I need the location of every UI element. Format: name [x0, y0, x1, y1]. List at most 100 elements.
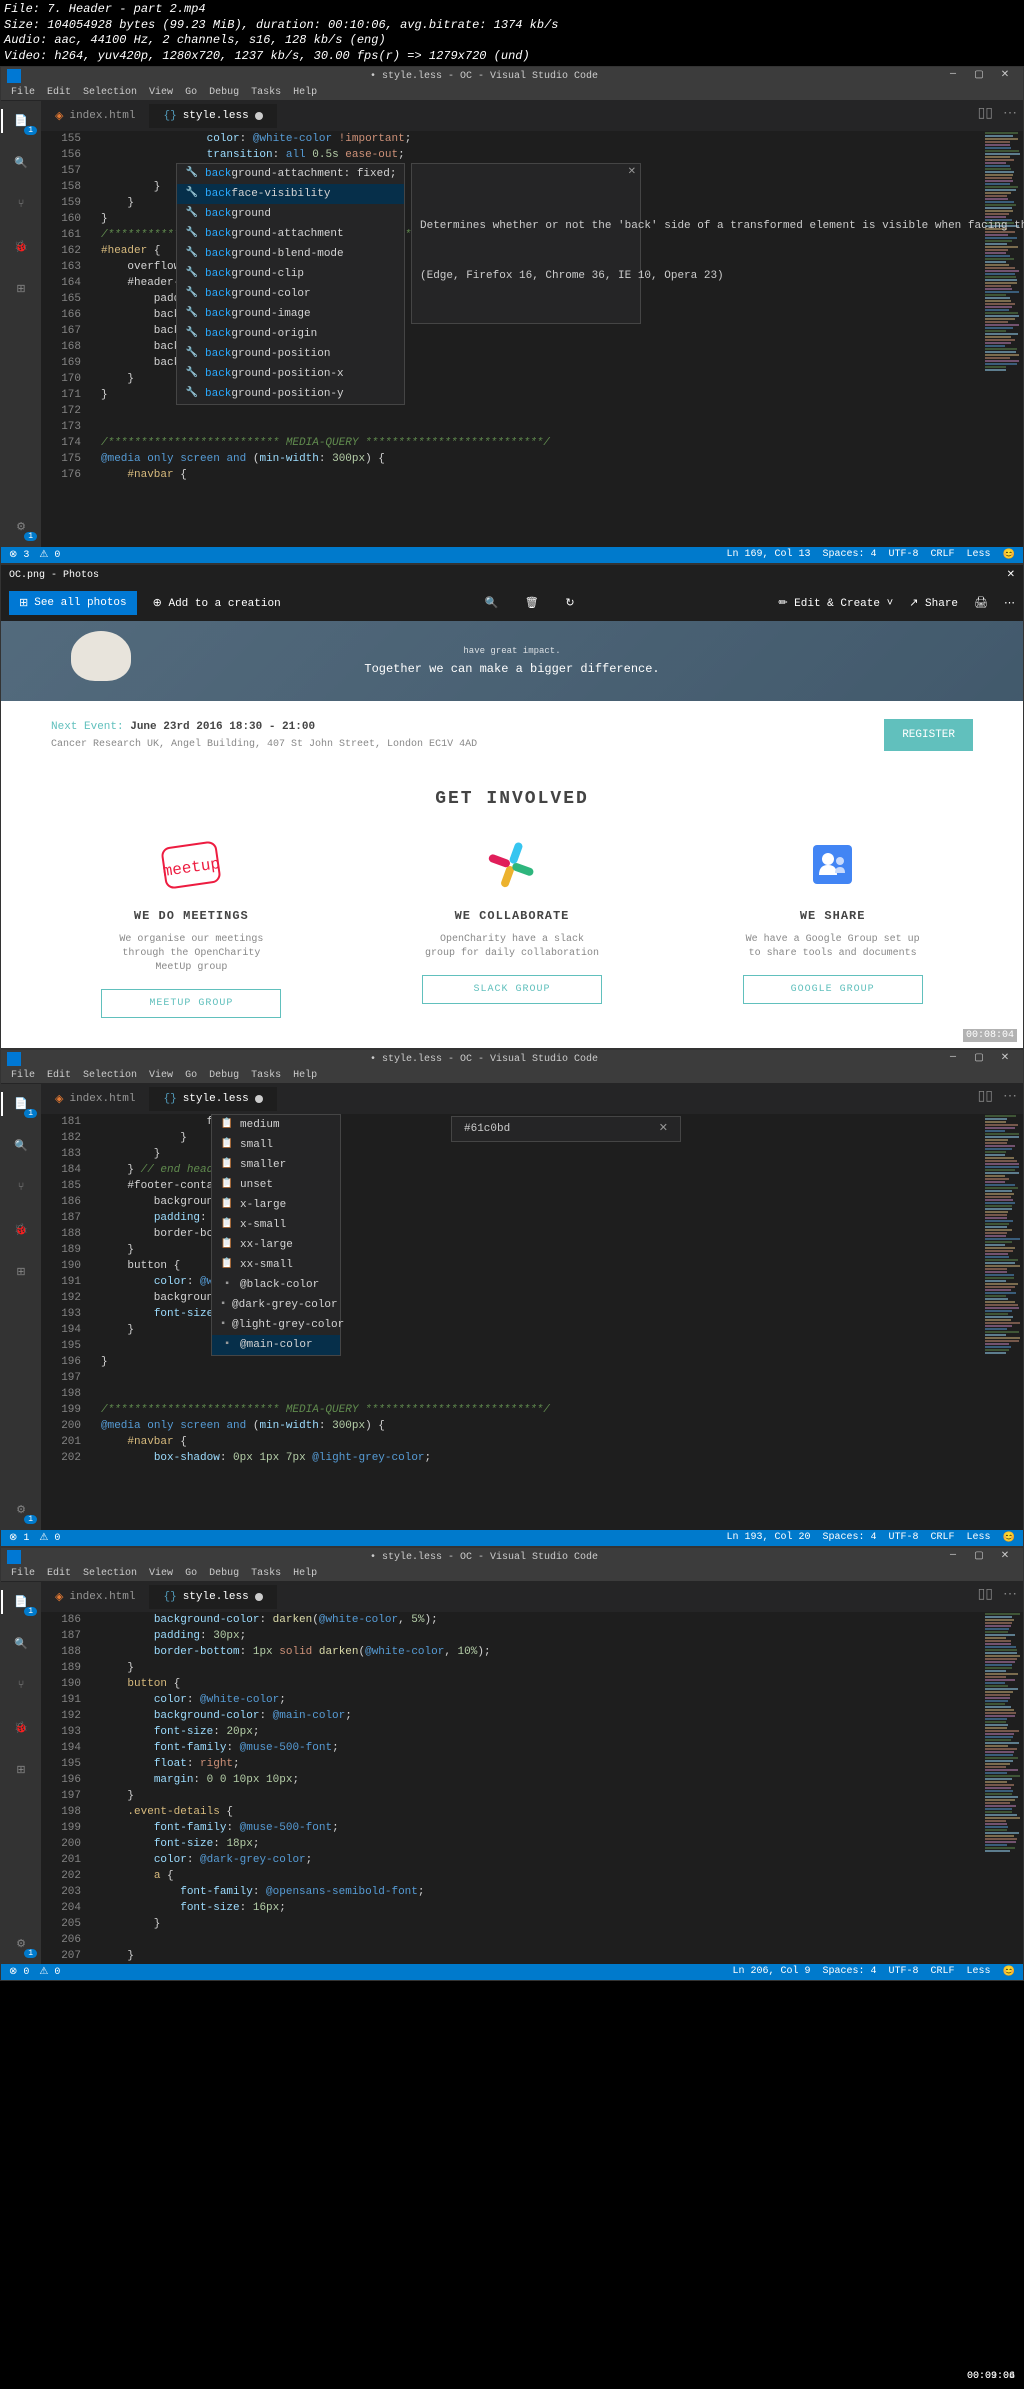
close-button[interactable]: ✕: [1007, 569, 1015, 581]
debug-icon[interactable]: 🐞: [9, 1218, 33, 1242]
register-button[interactable]: REGISTER: [884, 719, 973, 751]
tab-style[interactable]: {}style.less: [149, 1087, 276, 1111]
autocomplete-popup[interactable]: 🔧background-attachment: fixed;🔧backface-…: [176, 163, 405, 405]
feedback-icon[interactable]: 😊: [1003, 549, 1015, 561]
split-editor-icon[interactable]: ▯▯: [978, 1586, 993, 1603]
minimap[interactable]: [983, 1114, 1023, 1530]
statusbar: ⊗ 0⚠ 0 Ln 206, Col 9Spaces: 4UTF-8CRLFLe…: [1, 1964, 1023, 1980]
search-icon[interactable]: 🔍: [9, 1134, 33, 1158]
indent-setting[interactable]: Spaces: 4: [822, 549, 876, 561]
more-button[interactable]: ⋯: [1004, 596, 1015, 610]
titlebar: • style.less - OC - Visual Studio Code —…: [1, 1050, 1023, 1068]
more-icon[interactable]: ⋯: [1003, 1088, 1017, 1105]
close-icon[interactable]: ✕: [628, 166, 636, 180]
more-icon[interactable]: ⋯: [1003, 105, 1017, 122]
card-meetup: meetup WE DO MEETINGS We organise our me…: [101, 829, 281, 1018]
maximize-button[interactable]: ▢: [967, 69, 991, 83]
encoding[interactable]: UTF-8: [889, 549, 919, 561]
minimap[interactable]: [983, 131, 1023, 547]
code-editor[interactable]: color: @white-color !important; transiti…: [101, 131, 983, 547]
tab-index[interactable]: ◈index.html: [41, 1086, 149, 1112]
more-icon[interactable]: ⋯: [1003, 1586, 1017, 1603]
tab-index[interactable]: ◈index.html: [41, 1584, 149, 1610]
explorer-icon[interactable]: 📄1: [9, 109, 33, 133]
photos-toolbar: ⊞ See all photos ⊕ Add to a creation 🔍 🗑…: [1, 585, 1023, 621]
menu-tasks[interactable]: Tasks: [245, 85, 287, 100]
menubar[interactable]: File Edit Selection View Go Debug Tasks …: [1, 85, 1023, 101]
menu-selection[interactable]: Selection: [77, 85, 143, 100]
google-group-icon: [743, 829, 923, 899]
maximize-button[interactable]: ▢: [967, 1052, 991, 1066]
menu-file[interactable]: File: [5, 85, 41, 100]
errors-count[interactable]: ⊗ 3: [9, 549, 29, 561]
menu-view[interactable]: View: [143, 85, 179, 100]
close-icon[interactable]: ✕: [659, 1121, 668, 1137]
menu-help[interactable]: Help: [287, 85, 323, 100]
menu-edit[interactable]: Edit: [41, 85, 77, 100]
autocomplete-popup[interactable]: 📋medium📋small📋smaller📋unset📋x-large📋x-sm…: [211, 1114, 341, 1356]
hero-section: have great impact. Together we can make …: [1, 621, 1023, 701]
card-desc: We organise our meetings through the Ope…: [101, 933, 281, 975]
close-button[interactable]: ✕: [993, 69, 1017, 83]
settings-icon[interactable]: ⚙1: [9, 515, 33, 539]
minimap[interactable]: [983, 1612, 1023, 1964]
print-button[interactable]: 🖨: [974, 596, 988, 610]
explorer-icon[interactable]: 📄1: [9, 1092, 33, 1116]
source-control-icon[interactable]: ⑂: [9, 1176, 33, 1200]
slack-group-button[interactable]: SLACK GROUP: [422, 975, 602, 1004]
minimize-button[interactable]: —: [941, 69, 965, 83]
explorer-icon[interactable]: 📄1: [9, 1590, 33, 1614]
tab-style[interactable]: {}style.less: [149, 104, 276, 128]
search-icon[interactable]: 🔍: [9, 1632, 33, 1656]
extensions-icon[interactable]: ⊞: [9, 1758, 33, 1782]
settings-icon[interactable]: ⚙1: [9, 1932, 33, 1956]
minimize-button[interactable]: —: [941, 1052, 965, 1066]
minimize-button[interactable]: —: [941, 1550, 965, 1564]
warnings-count[interactable]: ⚠ 0: [39, 549, 60, 561]
meetup-icon: meetup: [101, 829, 281, 899]
split-editor-icon[interactable]: ▯▯: [978, 1088, 993, 1105]
delete-button[interactable]: 🗑: [525, 598, 539, 610]
menubar[interactable]: FileEditSelectionViewGoDebugTasksHelp: [1, 1566, 1023, 1582]
extensions-icon[interactable]: ⊞: [9, 277, 33, 301]
zoom-button[interactable]: 🔍: [484, 598, 498, 610]
add-to-creation-button[interactable]: ⊕ Add to a creation: [153, 596, 281, 610]
menu-go[interactable]: Go: [179, 85, 203, 100]
debug-icon[interactable]: 🐞: [9, 1716, 33, 1740]
maximize-button[interactable]: ▢: [967, 1550, 991, 1564]
extensions-icon[interactable]: ⊞: [9, 1260, 33, 1284]
language-mode[interactable]: Less: [967, 549, 991, 561]
tab-index[interactable]: ◈index.html: [41, 103, 149, 129]
card-google: WE SHARE We have a Google Group set up t…: [743, 829, 923, 1018]
cards-container: meetup WE DO MEETINGS We organise our me…: [1, 829, 1023, 1048]
vscode-icon: [7, 1550, 21, 1564]
debug-icon[interactable]: 🐞: [9, 235, 33, 259]
share-button[interactable]: ↗ Share: [909, 596, 958, 610]
menubar[interactable]: FileEditSelectionViewGoDebugTasksHelp: [1, 1068, 1023, 1084]
activity-bar: 📄1 🔍 ⑂ 🐞 ⊞ ⚙1: [1, 1582, 41, 1964]
close-button[interactable]: ✕: [993, 1052, 1017, 1066]
code-editor[interactable]: for } } } // end header #footer-contain …: [101, 1114, 983, 1530]
meetup-group-button[interactable]: MEETUP GROUP: [101, 989, 281, 1018]
window-title: • style.less - OC - Visual Studio Code: [27, 1552, 941, 1563]
search-icon[interactable]: 🔍: [9, 151, 33, 175]
eol[interactable]: CRLF: [931, 549, 955, 561]
google-group-button[interactable]: GOOGLE GROUP: [743, 975, 923, 1004]
see-all-photos-button[interactable]: ⊞ See all photos: [9, 591, 137, 615]
rotate-button[interactable]: ↻: [565, 598, 574, 610]
close-button[interactable]: ✕: [993, 1550, 1017, 1564]
split-editor-icon[interactable]: ▯▯: [978, 105, 993, 122]
settings-icon[interactable]: ⚙1: [9, 1498, 33, 1522]
color-preview-popup: #61c0bd ✕: [451, 1116, 681, 1142]
cursor-position[interactable]: Ln 169, Col 13: [726, 549, 810, 561]
source-control-icon[interactable]: ⑂: [9, 1674, 33, 1698]
menu-debug[interactable]: Debug: [203, 85, 245, 100]
vscode-window-1: • style.less - OC - Visual Studio Code —…: [0, 66, 1024, 564]
tab-style[interactable]: {}style.less: [149, 1585, 276, 1609]
fullscreen-icon[interactable]: ⤢: [1006, 1012, 1017, 1028]
event-bar: Next Event: June 23rd 2016 18:30 - 21:00…: [1, 701, 1023, 769]
source-control-icon[interactable]: ⑂: [9, 193, 33, 217]
code-editor[interactable]: background-color: darken(@white-color, 5…: [101, 1612, 983, 1964]
card-title: WE SHARE: [743, 909, 923, 923]
edit-create-button[interactable]: ✏ Edit & Create ˅: [778, 596, 893, 610]
